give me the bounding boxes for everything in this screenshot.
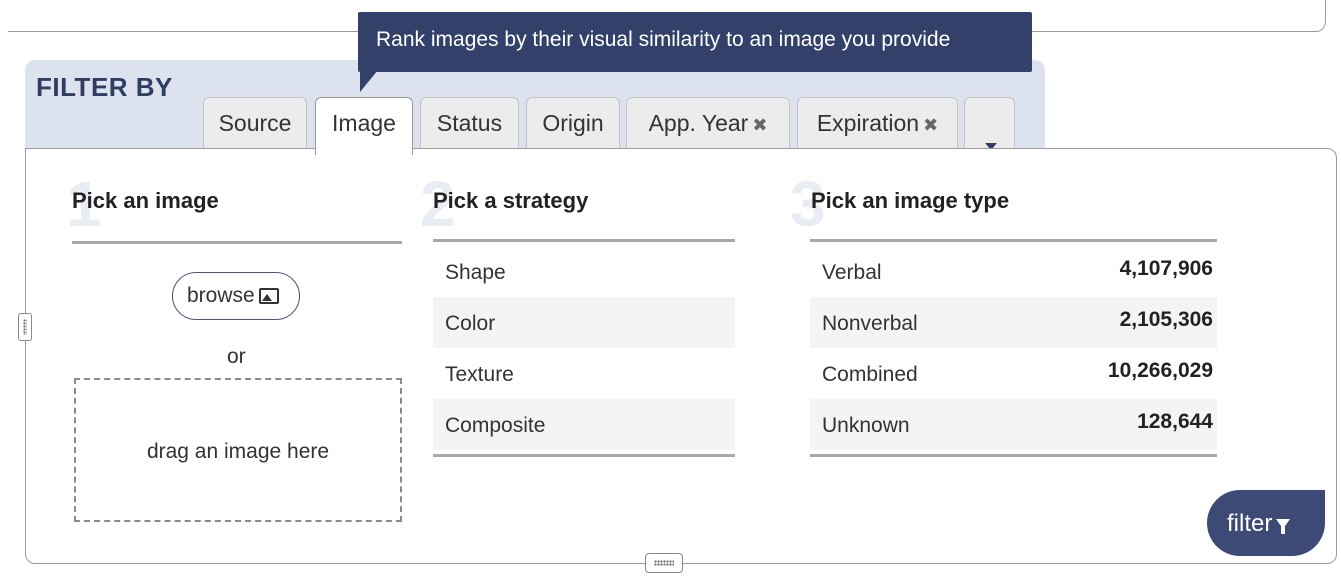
strategy-option-texture[interactable]: Texture — [433, 348, 735, 399]
image-type-count: 4,107,906 — [1119, 257, 1213, 280]
more-tabs-dropdown[interactable] — [964, 97, 1015, 153]
bottom-resize-handle[interactable] — [645, 553, 683, 573]
image-type-option-nonverbal[interactable]: Nonverbal 2,105,306 — [810, 297, 1217, 348]
tab-label: Image — [332, 110, 396, 136]
browse-button[interactable]: browse — [172, 272, 300, 320]
image-type-label: Combined — [822, 363, 918, 386]
image-type-count: 128,644 — [1137, 410, 1213, 433]
tab-expiration[interactable]: Expiration ✖ — [797, 97, 958, 153]
image-type-label: Nonverbal — [822, 312, 918, 335]
image-type-list: Verbal 4,107,906 Nonverbal 2,105,306 Com… — [810, 246, 1217, 450]
tooltip-arrow — [360, 70, 378, 92]
strategy-option-color[interactable]: Color — [433, 297, 735, 348]
divider — [433, 239, 735, 242]
image-type-count: 2,105,306 — [1119, 308, 1213, 331]
tab-label: Source — [218, 110, 292, 136]
strategy-label: Shape — [445, 261, 506, 284]
image-type-option-combined[interactable]: Combined 10,266,029 — [810, 348, 1217, 399]
pick-image-type-heading: Pick an image type — [811, 188, 1010, 213]
divider — [810, 454, 1217, 457]
remove-icon[interactable]: ✖ — [923, 115, 938, 135]
strategy-option-shape[interactable]: Shape — [433, 246, 735, 297]
image-type-count: 10,266,029 — [1107, 359, 1213, 382]
remove-icon[interactable]: ✖ — [752, 115, 767, 135]
tab-status[interactable]: Status — [420, 97, 519, 153]
image-dropzone[interactable]: drag an image here — [74, 378, 402, 522]
filter-button[interactable]: filter — [1207, 490, 1325, 556]
or-text: or — [227, 345, 246, 368]
tab-label: Expiration — [816, 110, 920, 136]
image-type-label: Verbal — [822, 261, 882, 284]
image-icon — [258, 288, 279, 304]
strategy-list: Shape Color Texture Composite — [433, 246, 735, 450]
divider — [433, 454, 735, 457]
tab-image[interactable]: Image — [315, 97, 413, 155]
funnel-icon — [1276, 519, 1291, 534]
image-type-label: Unknown — [822, 414, 910, 437]
tab-label: App. Year — [648, 110, 749, 136]
tab-source[interactable]: Source — [203, 97, 307, 153]
tooltip: Rank images by their visual similarity t… — [358, 12, 1032, 72]
pick-image-heading: Pick an image — [72, 188, 219, 213]
divider — [810, 239, 1217, 242]
tab-label: Origin — [542, 110, 604, 136]
strategy-label: Composite — [445, 414, 546, 437]
strategy-label: Texture — [445, 363, 514, 386]
pick-strategy-heading: Pick a strategy — [433, 188, 589, 213]
image-type-option-unknown[interactable]: Unknown 128,644 — [810, 399, 1217, 450]
strategy-option-composite[interactable]: Composite — [433, 399, 735, 450]
tab-origin[interactable]: Origin — [526, 97, 620, 153]
tab-app-year[interactable]: App. Year ✖ — [626, 97, 790, 153]
image-type-option-verbal[interactable]: Verbal 4,107,906 — [810, 246, 1217, 297]
side-resize-handle[interactable] — [18, 313, 32, 341]
dropzone-text: drag an image here — [146, 440, 330, 463]
divider — [72, 241, 402, 244]
browse-label: browse — [187, 284, 255, 307]
strategy-label: Color — [445, 312, 496, 335]
filter-by-title: FILTER BY — [36, 72, 173, 102]
filter-label: filter — [1227, 510, 1273, 537]
tab-label: Status — [436, 110, 503, 136]
